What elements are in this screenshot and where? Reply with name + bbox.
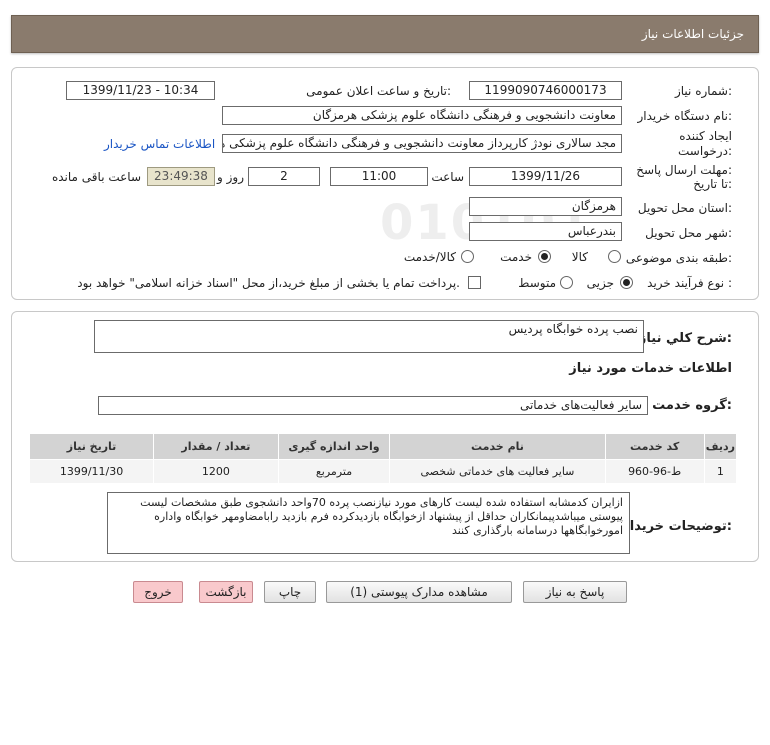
process-minor-radio[interactable] — [620, 276, 633, 289]
cell-unit: مترمربع — [277, 459, 391, 484]
process-medium-label: متوسط — [518, 276, 556, 290]
page-title: جزئیات اطلاعات نیاز — [641, 27, 744, 41]
buyer-contact-link[interactable]: اطلاعات تماس خریدار — [104, 137, 215, 151]
time-remaining-label: ساعت باقی مانده — [51, 170, 141, 184]
deadline-label-1: مهلت ارسال پاسخ: — [636, 163, 732, 177]
page-header: جزئیات اطلاعات نیاز — [11, 15, 759, 53]
cell-service-code: ط-96-960 — [604, 459, 705, 484]
process-minor-label: جزیی — [586, 276, 614, 290]
category-goods-radio[interactable] — [608, 250, 621, 263]
city-label: شهر محل تحویل: — [645, 226, 732, 240]
deadline-time-field: 11:00 — [330, 167, 428, 186]
buyer-org-label: نام دستگاه خریدار: — [637, 109, 733, 123]
cell-quantity: 1200 — [153, 459, 279, 484]
col-row-number: ردیف — [703, 433, 738, 460]
need-number-label: شماره نیاز: — [674, 84, 732, 98]
service-group-field: سایر فعالیت‌های خدماتی — [98, 396, 648, 415]
table-header-row: ردیف کد خدمت نام خدمت واحد اندازه گیری ت… — [28, 433, 738, 460]
category-service-label: خدمت — [500, 250, 532, 264]
summary-field: نصب پرده خوابگاه پردیس — [94, 320, 644, 353]
col-service-code: کد خدمت — [604, 433, 705, 460]
announce-date-field: 1399/11/23 - 10:34 — [66, 81, 215, 100]
col-service-name: نام خدمت — [389, 433, 606, 460]
treasury-checkbox[interactable] — [468, 276, 481, 289]
col-need-date: تاریخ نیاز — [28, 433, 155, 460]
cell-need-date: 1399/11/30 — [28, 459, 155, 484]
deadline-label-2: تا تاریخ: — [693, 177, 732, 191]
service-group-label: گروه خدمت: — [652, 398, 732, 413]
days-label: روز و — [217, 170, 244, 184]
services-table: ردیف کد خدمت نام خدمت واحد اندازه گیری ت… — [28, 433, 738, 484]
buyer-notes-label: توضیحات خریدار: — [622, 519, 732, 534]
time-remaining-field: 23:49:38 — [147, 167, 215, 186]
need-number-field: 1199090746000173 — [469, 81, 622, 100]
days-remaining-field: 2 — [248, 167, 320, 186]
creator-label-1: ایجاد کننده — [679, 129, 732, 143]
print-button[interactable]: چاپ — [264, 581, 316, 603]
process-type-label: نوع فرآیند خرید : — [647, 276, 732, 290]
cell-service-name: سایر فعالیت های خدماتی شخصی — [389, 459, 606, 484]
treasury-note: پرداخت تمام یا بخشی از مبلغ خرید،از محل … — [77, 276, 460, 290]
category-service-radio[interactable] — [538, 250, 551, 263]
view-attachments-button[interactable]: مشاهده مدارک پیوستی (1) — [326, 581, 512, 603]
category-label: طبقه بندی موضوعی: — [625, 251, 732, 265]
cell-row-number: 1 — [703, 459, 738, 484]
creator-field: مجد سالاری نودژ کارپرداز معاونت دانشجویی… — [222, 134, 622, 153]
deadline-date-field: 1399/11/26 — [469, 167, 622, 186]
buyer-org-field: معاونت دانشجویی و فرهنگی دانشگاه علوم پز… — [222, 106, 622, 125]
city-field: بندرعباس — [469, 222, 622, 241]
category-goods-label: کالا — [571, 250, 588, 264]
reply-button[interactable]: پاسخ به نیاز — [523, 581, 627, 603]
announce-date-label: تاریخ و ساعت اعلان عمومی: — [306, 84, 451, 98]
col-quantity: تعداد / مقدار — [153, 433, 279, 460]
category-goods-service-radio[interactable] — [461, 250, 474, 263]
deadline-time-label: ساعت — [431, 170, 464, 184]
buyer-notes-field: ازایران کدمشابه استفاده شده لیست کارهای … — [107, 492, 630, 554]
province-field: هرمزگان — [469, 197, 622, 216]
exit-button[interactable]: خروج — [133, 581, 183, 603]
category-goods-service-label: کالا/خدمت — [403, 250, 456, 264]
back-button[interactable]: بازگشت — [199, 581, 253, 603]
process-medium-radio[interactable] — [560, 276, 573, 289]
creator-label-2: درخواست: — [678, 144, 732, 158]
table-row: 1 ط-96-960 سایر فعالیت های خدماتی شخصی م… — [28, 459, 738, 484]
col-unit: واحد اندازه گیری — [277, 433, 391, 460]
province-label: استان محل تحویل: — [637, 201, 732, 215]
summary-label: شرح کلي نياز: — [638, 331, 732, 346]
services-info-title: اطلاعات خدمات مورد نیاز — [569, 361, 732, 376]
